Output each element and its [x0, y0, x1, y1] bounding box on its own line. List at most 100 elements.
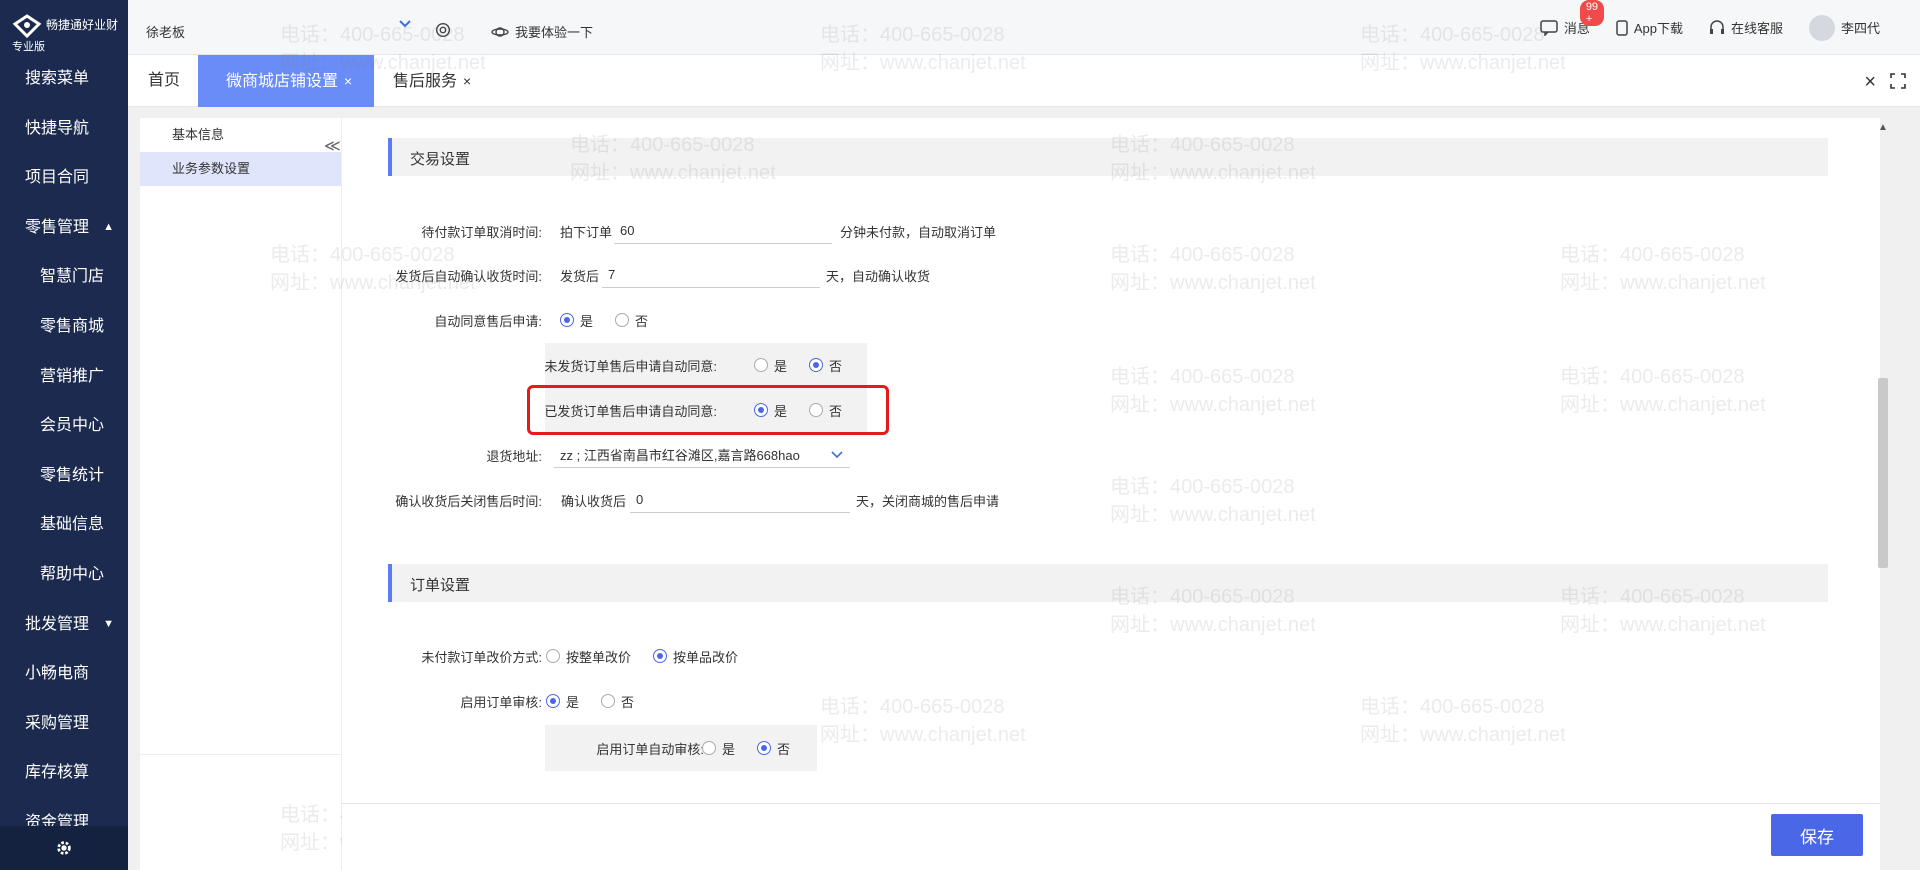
auto-audit-radio-group: 是 否 [702, 739, 812, 758]
tab-label: 微商城店铺设置 [226, 73, 339, 90]
sidebar-item-label: 项目合同 [25, 169, 90, 187]
tab-bar: 首页 微商城店铺设置 × 售后服务 × × [128, 55, 1920, 107]
try-button[interactable]: 我要体验一下 [491, 22, 593, 41]
radio-unchecked-icon [754, 358, 768, 372]
chevron-down-icon[interactable] [398, 19, 412, 29]
sidebar-item-basic-info[interactable]: 基础信息 [0, 500, 128, 550]
radio-label: 是 [580, 313, 594, 329]
close-all-tabs-icon[interactable]: × [1864, 71, 1876, 94]
field-label: 待付款订单取消时间: [421, 224, 542, 240]
radio-yes[interactable]: 是 [546, 692, 579, 711]
radio-no[interactable]: 否 [757, 739, 790, 758]
radio-no[interactable]: 否 [615, 311, 648, 330]
sidebar-item-label: 快捷导航 [25, 119, 90, 137]
radio-no[interactable]: 否 [809, 401, 842, 420]
online-service-button[interactable]: 在线客服 [1709, 18, 1783, 37]
brand-logo-icon [12, 14, 42, 38]
prefix-text: 确认收货后 [561, 493, 627, 509]
company-selector[interactable]: 徐老板 [146, 22, 185, 41]
sidebar-item-smart-store[interactable]: 智慧门店 [0, 252, 128, 302]
close-icon[interactable]: × [463, 73, 471, 89]
field-label: 未付款订单改价方式: [421, 649, 542, 665]
tab-after-sales[interactable]: 售后服务 × [393, 55, 471, 107]
close-icon[interactable]: × [344, 73, 352, 89]
radio-checked-icon [757, 741, 772, 755]
planet-icon [491, 26, 509, 37]
scroll-thumb[interactable] [1878, 378, 1888, 568]
user-menu[interactable]: 李四代 [1808, 14, 1880, 41]
radio-label: 是 [722, 741, 736, 757]
auto-confirm-input[interactable]: 7 [602, 262, 820, 288]
sidebar-item-label: 营销推广 [40, 367, 105, 385]
save-button[interactable]: 保存 [1771, 814, 1863, 856]
radio-no[interactable]: 否 [809, 356, 842, 375]
tab-home[interactable]: 首页 [148, 55, 180, 107]
fullscreen-icon[interactable] [1890, 73, 1906, 89]
field-label: 确认收货后关闭售后时间: [395, 493, 542, 509]
section-title: 订单设置 [410, 577, 471, 594]
section-order: 订单设置 [388, 564, 1828, 602]
sidebar-item-member-center[interactable]: 会员中心 [0, 401, 128, 451]
return-address-select[interactable]: zz ; 江西省南昌市红谷滩区,嘉言路668hao [554, 442, 850, 468]
content-panel: 基本信息 业务参数设置 ≪ 交易设置 待付款订单取消时间: 拍下订单 60 分钟… [140, 118, 1880, 870]
row-shipped-agree: 已发货订单售后申请自动同意: 是 否 [342, 395, 1242, 425]
radio-no[interactable]: 否 [601, 692, 634, 711]
row-auto-agree: 自动同意售后申请: 是 否 [342, 305, 1242, 335]
edition-label: 专业版 [12, 41, 45, 53]
sidebar-item-purchase[interactable]: 采购管理 [0, 699, 128, 749]
radio-checked-icon [754, 403, 768, 417]
field-label: 自动同意售后申请: [434, 313, 542, 329]
sidebar-item-label: 零售商城 [40, 317, 105, 335]
sidebar-item-wholesale[interactable]: 批发管理 ▼ [0, 600, 128, 650]
sidebar: 畅捷通好业财 专业版 搜索菜单 快捷导航 项目合同 零售管理 ▲ 智慧门店 零售商… [0, 0, 128, 870]
radio-label: 是 [774, 403, 788, 419]
divider [140, 754, 342, 755]
scrollbar[interactable]: ▲ [1876, 118, 1890, 798]
tree-item-basic-info[interactable]: 基本信息 [140, 118, 341, 152]
collapse-icon[interactable]: ≪ [324, 136, 341, 156]
sidebar-item-marketing[interactable]: 营销推广 [0, 352, 128, 402]
prefix-text: 发货后 [560, 268, 600, 284]
footer-bar [342, 803, 1880, 870]
radio-single-item[interactable]: 按单品改价 [653, 647, 738, 666]
sidebar-nav: 搜索菜单 快捷导航 项目合同 零售管理 ▲ 智慧门店 零售商城 营销推广 会员中心… [0, 54, 128, 848]
radio-yes[interactable]: 是 [754, 356, 787, 375]
settings-tree: 基本信息 业务参数设置 ≪ [140, 118, 342, 870]
sidebar-item-project-contract[interactable]: 项目合同 [0, 153, 128, 203]
messages-button[interactable]: 消息 99 + [1540, 0, 1605, 37]
tab-label: 售后服务 [393, 73, 458, 90]
sidebar-item-ecommerce[interactable]: 小畅电商 [0, 649, 128, 699]
tab-store-settings[interactable]: 微商城店铺设置 × [198, 55, 375, 107]
sidebar-item-quick-nav[interactable]: 快捷导航 [0, 104, 128, 154]
top-right-tools: 消息 99 + App下载 在线客服 李四代 [1540, 0, 1880, 55]
sidebar-item-label: 帮助中心 [40, 565, 105, 583]
scroll-up-icon[interactable]: ▲ [1878, 122, 1888, 133]
radio-whole-order[interactable]: 按整单改价 [546, 647, 631, 666]
radio-yes[interactable]: 是 [560, 311, 593, 330]
sidebar-item-help-center[interactable]: 帮助中心 [0, 550, 128, 600]
radio-yes[interactable]: 是 [754, 401, 787, 420]
row-auto-confirm: 发货后自动确认收货时间: 发货后 7 天，自动确认收货 [342, 260, 1242, 290]
radio-yes[interactable]: 是 [702, 739, 735, 758]
sidebar-item-retail-stats[interactable]: 零售统计 [0, 451, 128, 501]
unpaid-cancel-input[interactable]: 60 [614, 218, 832, 244]
message-icon [1540, 19, 1558, 36]
sidebar-item-retail-mall[interactable]: 零售商城 [0, 302, 128, 352]
close-after-input[interactable]: 0 [630, 487, 850, 513]
sidebar-item-label: 批发管理 [25, 615, 90, 633]
tree-item-business-params[interactable]: 业务参数设置 [140, 152, 341, 186]
sidebar-item-inventory[interactable]: 库存核算 [0, 748, 128, 798]
sidebar-settings-button[interactable] [0, 826, 128, 870]
row-unpaid-cancel: 待付款订单取消时间: 拍下订单 60 分钟未付款，自动取消订单 [342, 216, 1242, 246]
phone-icon [1616, 19, 1628, 36]
gear-icon[interactable] [434, 21, 452, 39]
sidebar-item-retail[interactable]: 零售管理 ▲ [0, 203, 128, 253]
suffix-text: 分钟未付款，自动取消订单 [840, 224, 997, 240]
sidebar-item-label: 库存核算 [25, 764, 90, 782]
sidebar-item-search-menu[interactable]: 搜索菜单 [0, 54, 128, 104]
app-download-button[interactable]: App下载 [1616, 18, 1683, 37]
row-order-audit: 启用订单审核: 是 否 [342, 686, 1242, 716]
messages-badge: 99 + [1579, 0, 1605, 26]
online-service-label: 在线客服 [1730, 21, 1783, 36]
chevron-down-icon [831, 450, 843, 458]
